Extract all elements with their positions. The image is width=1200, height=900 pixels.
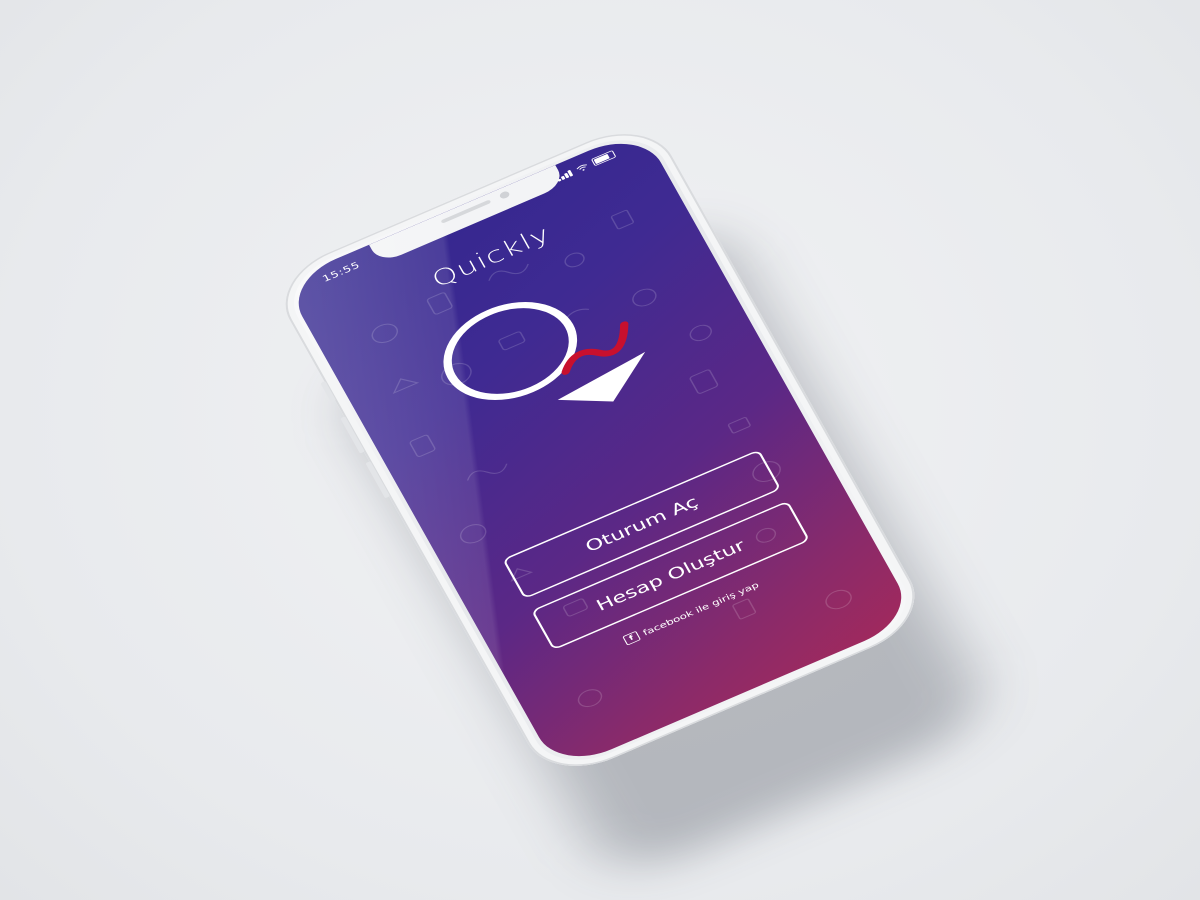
mockup-background: 15:55 Quickly Oturum Aç Hesap Oluştur f … bbox=[0, 0, 1200, 900]
front-camera bbox=[498, 190, 511, 200]
